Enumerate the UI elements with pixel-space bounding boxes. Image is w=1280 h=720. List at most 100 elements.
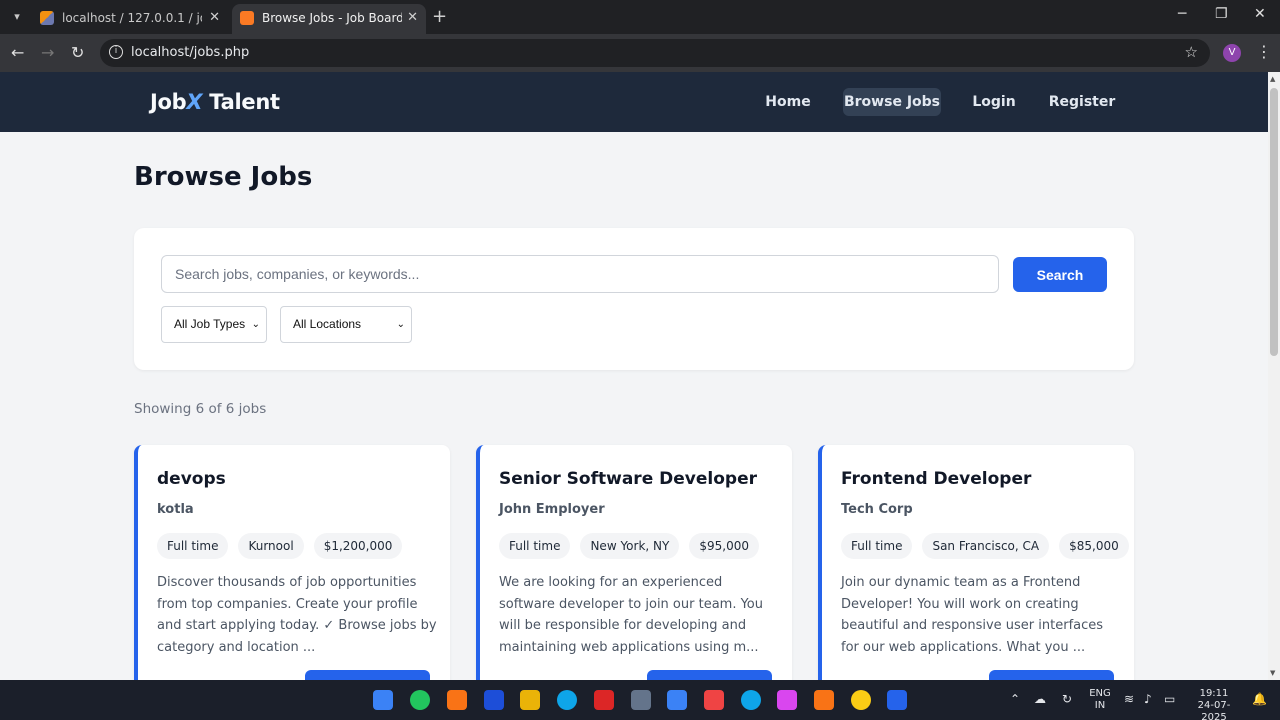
job-tags: Full time San Francisco, CA $85,000 <box>841 533 1129 559</box>
job-location-tag: Kurnool <box>238 533 304 559</box>
cloud-icon[interactable]: ☁ <box>1034 692 1046 706</box>
phpmyadmin-favicon-icon <box>40 11 54 25</box>
page-viewport: JobX Talent Home Browse Jobs Login Regis… <box>0 72 1268 680</box>
results-count: Showing 6 of 6 jobs <box>134 401 267 417</box>
site-info-icon[interactable]: i <box>109 45 123 59</box>
job-title[interactable]: Senior Software Developer <box>499 469 757 489</box>
view-details-button[interactable] <box>989 670 1114 680</box>
scroll-up-arrow-icon[interactable]: ▲ <box>1270 75 1275 83</box>
view-details-button[interactable] <box>647 670 772 680</box>
volume-icon[interactable]: ♪ <box>1144 692 1152 706</box>
job-type-tag: Full time <box>841 533 913 559</box>
instagram-icon[interactable] <box>777 690 797 710</box>
job-title[interactable]: devops <box>157 469 226 489</box>
xampp-icon[interactable] <box>814 690 834 710</box>
close-window-icon[interactable]: ✕ <box>1254 6 1266 22</box>
vlc-icon[interactable] <box>447 690 467 710</box>
job-title[interactable]: Frontend Developer <box>841 469 1031 489</box>
job-type-select[interactable]: All Job Types ⌄ <box>161 306 267 343</box>
job-company: kotla <box>157 502 194 517</box>
tray-overflow-chevron-icon[interactable]: ⌃ <box>1010 692 1020 706</box>
tab-title: Browse Jobs - Job Board Portal <box>262 11 402 25</box>
reload-icon[interactable]: ↻ <box>71 43 84 62</box>
region-code: IN <box>1094 700 1106 711</box>
xampp-favicon-icon <box>240 11 254 25</box>
chrome-icon[interactable] <box>851 690 871 710</box>
job-salary-tag: $85,000 <box>1059 533 1129 559</box>
location-select[interactable]: All Locations ⌄ <box>280 306 412 343</box>
job-card[interactable]: Frontend Developer Tech Corp Full time S… <box>818 445 1134 680</box>
browser-toolbar: ← → ↻ i localhost/jobs.php ☆ V ⋮ <box>0 34 1280 72</box>
bookmark-star-icon[interactable]: ☆ <box>1185 43 1198 61</box>
input-language[interactable]: ENG IN <box>1086 688 1114 712</box>
language-code: ENG <box>1089 688 1111 699</box>
logo-text-x: X <box>186 90 203 114</box>
battery-icon[interactable]: ▭ <box>1164 692 1175 706</box>
job-description: Discover thousands of job opportunities … <box>157 575 437 655</box>
tab-search-chevron-icon[interactable]: ▾ <box>6 7 28 27</box>
site-header: JobX Talent Home Browse Jobs Login Regis… <box>0 72 1268 132</box>
logo-text-talent: Talent <box>202 90 280 114</box>
back-arrow-icon[interactable]: ← <box>11 43 24 62</box>
job-location-tag: San Francisco, CA <box>922 533 1050 559</box>
close-tab-icon[interactable]: ✕ <box>209 4 220 32</box>
nav-login[interactable]: Login <box>964 88 1024 116</box>
nav-home[interactable]: Home <box>756 88 820 116</box>
clock-date: 24-07-2025 <box>1197 700 1231 720</box>
nav-register[interactable]: Register <box>1046 88 1118 116</box>
maximize-icon[interactable]: ❐ <box>1215 6 1228 22</box>
notification-bell-icon[interactable]: 🔔 <box>1252 692 1267 706</box>
chevron-down-icon: ⌄ <box>251 319 260 330</box>
job-type-select-value: All Job Types <box>174 317 246 331</box>
address-bar[interactable]: i localhost/jobs.php ☆ <box>100 39 1210 67</box>
page-title: Browse Jobs <box>134 162 313 192</box>
browser-tab-bar: ▾ localhost / 127.0.0.1 / job_board ✕ Br… <box>0 0 1280 34</box>
l-app-icon[interactable] <box>484 690 504 710</box>
search-button[interactable]: Search <box>1013 257 1107 292</box>
wifi-icon[interactable]: ≋ <box>1124 692 1134 706</box>
youtube-icon[interactable] <box>704 690 724 710</box>
chevron-down-icon: ⌄ <box>396 319 405 330</box>
search-input[interactable] <box>161 255 999 293</box>
site-logo[interactable]: JobX Talent <box>150 90 280 114</box>
whatsapp-icon[interactable] <box>410 690 430 710</box>
edge-icon[interactable] <box>557 690 577 710</box>
vscode-icon[interactable] <box>887 690 907 710</box>
page-scrollbar[interactable]: ▲ ▼ <box>1268 72 1280 680</box>
job-company: John Employer <box>499 502 605 517</box>
job-description: Join our dynamic team as a Frontend Deve… <box>841 575 1104 655</box>
store-icon[interactable] <box>631 690 651 710</box>
azure-icon[interactable] <box>667 690 687 710</box>
mcafee-icon[interactable] <box>594 690 614 710</box>
address-url[interactable]: localhost/jobs.php <box>131 45 249 60</box>
location-select-value: All Locations <box>293 317 362 331</box>
windows-start-icon[interactable] <box>373 690 393 710</box>
scrollbar-thumb[interactable] <box>1270 88 1278 356</box>
view-details-button[interactable] <box>305 670 430 680</box>
os-taskbar: ⌃ ☁ ↻ ENG IN ≋ ♪ ▭ 19:11 24-07-2025 🔔 <box>0 680 1280 720</box>
job-description: We are looking for an experienced softwa… <box>499 575 763 655</box>
job-salary-tag: $95,000 <box>689 533 759 559</box>
browser-tab-browse-jobs[interactable]: Browse Jobs - Job Board Portal ✕ <box>232 4 426 34</box>
telegram-icon[interactable] <box>741 690 761 710</box>
nav-browse-jobs[interactable]: Browse Jobs <box>843 88 941 116</box>
minimize-icon[interactable]: ─ <box>1178 6 1186 22</box>
job-company: Tech Corp <box>841 502 913 517</box>
browser-tab-phpmyadmin[interactable]: localhost / 127.0.0.1 / job_board ✕ <box>32 4 228 34</box>
close-tab-icon[interactable]: ✕ <box>407 4 418 32</box>
job-card[interactable]: Senior Software Developer John Employer … <box>476 445 792 680</box>
new-tab-plus-icon[interactable]: + <box>432 6 447 27</box>
scroll-down-arrow-icon[interactable]: ▼ <box>1270 669 1275 677</box>
sync-icon[interactable]: ↻ <box>1062 692 1072 706</box>
logo-text-job: Job <box>150 90 187 114</box>
job-card[interactable]: devops kotla Full time Kurnool $1,200,00… <box>134 445 450 680</box>
file-explorer-icon[interactable] <box>520 690 540 710</box>
forward-arrow-icon[interactable]: → <box>41 43 54 62</box>
browser-menu-icon[interactable]: ⋮ <box>1256 42 1272 61</box>
profile-avatar[interactable]: V <box>1223 44 1241 62</box>
job-tags: Full time Kurnool $1,200,000 <box>157 533 403 559</box>
clock-time: 19:11 <box>1199 688 1229 699</box>
clock[interactable]: 19:11 24-07-2025 <box>1188 688 1240 720</box>
job-tags: Full time New York, NY $95,000 <box>499 533 759 559</box>
job-type-tag: Full time <box>499 533 571 559</box>
